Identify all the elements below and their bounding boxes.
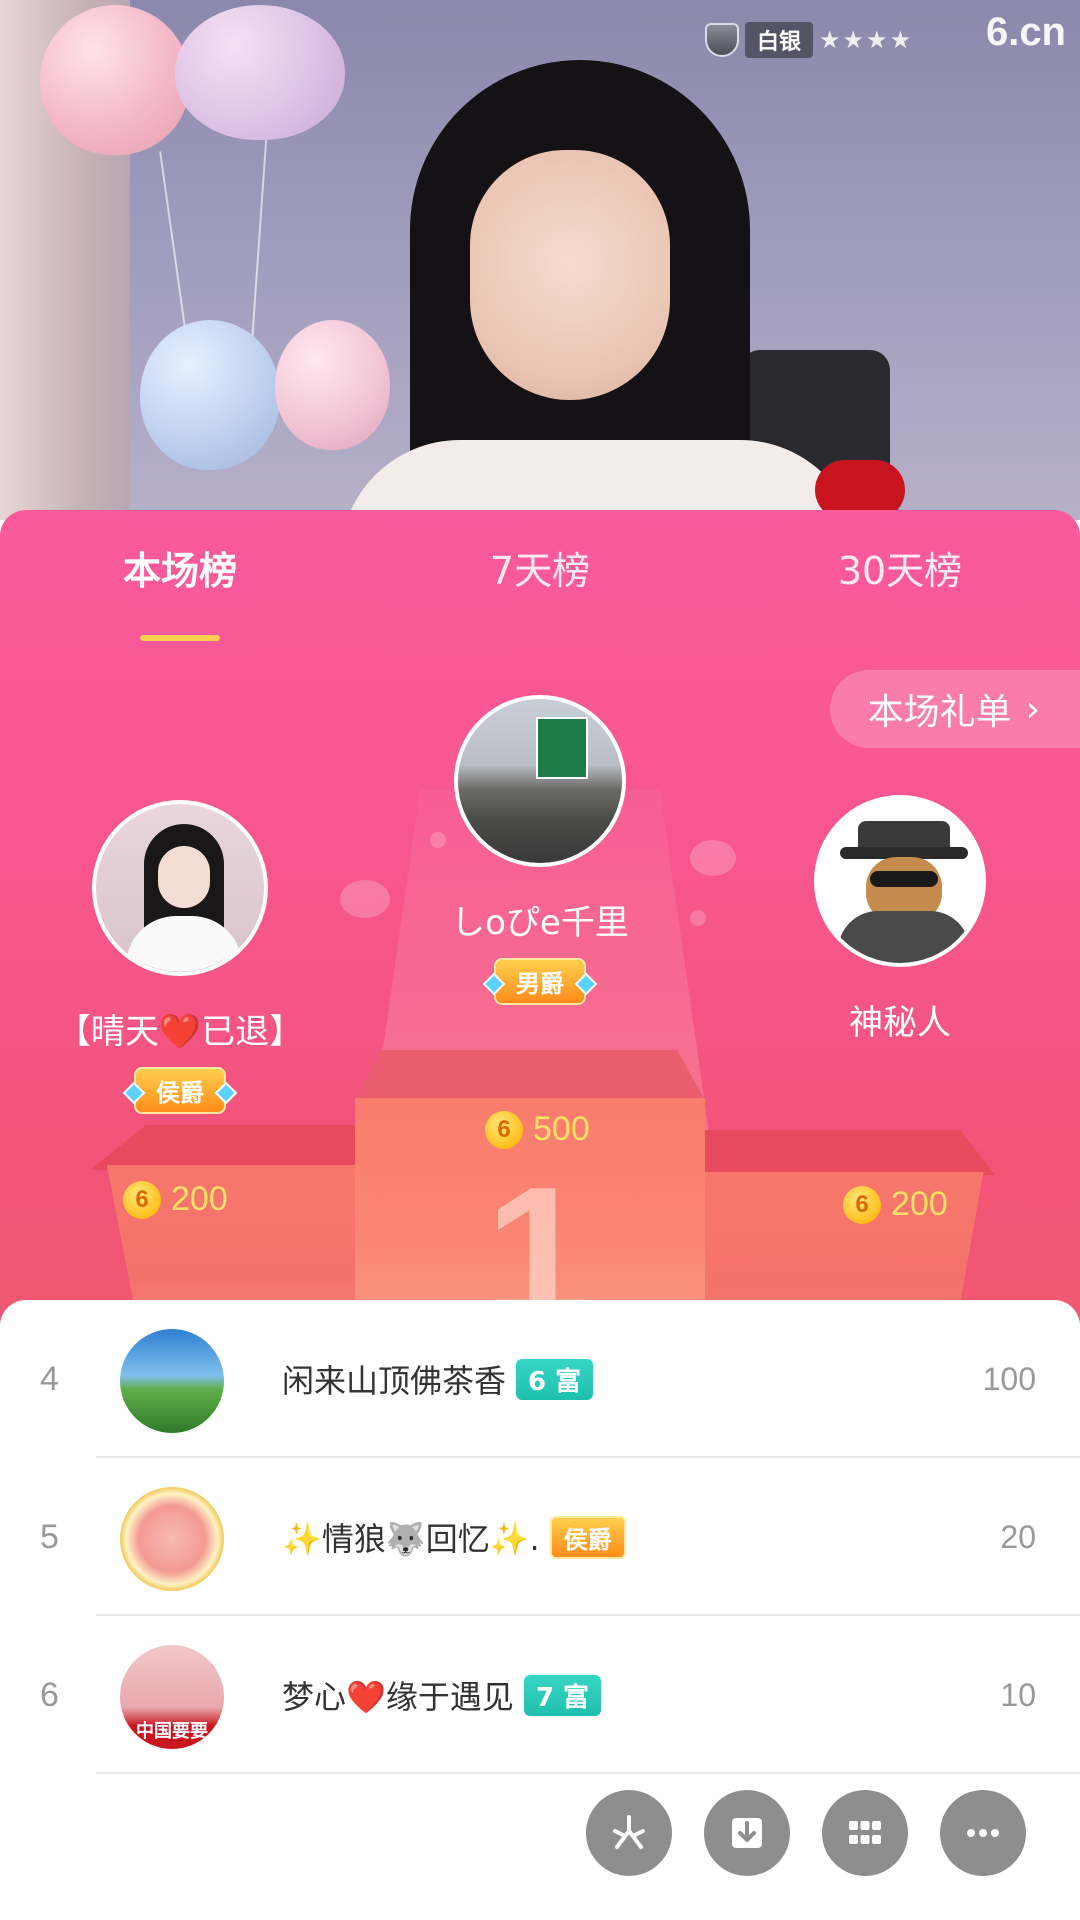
live-video[interactable]: 白银 ★★★★ 6.cn bbox=[0, 0, 1080, 520]
first-coins: 6 500 bbox=[485, 1110, 590, 1149]
first-coins-value: 500 bbox=[533, 1110, 590, 1148]
avatar: 中国要要 bbox=[120, 1645, 224, 1749]
rank-stars: ★★★★ bbox=[819, 26, 914, 54]
tab-bar: 本场榜 7天榜 30天榜 bbox=[0, 540, 1080, 641]
top-user-first[interactable]: しoぴe千里 男爵 bbox=[380, 695, 700, 1005]
download-button[interactable] bbox=[704, 1790, 790, 1876]
more-button[interactable] bbox=[940, 1790, 1026, 1876]
user-name: 【晴天❤️已退】 bbox=[56, 1012, 304, 1052]
tab-30-days[interactable]: 30天榜 bbox=[780, 540, 1020, 595]
rank-number: 5 bbox=[40, 1517, 59, 1556]
divider bbox=[96, 1772, 1080, 1774]
user-name: 闲来山顶佛茶香 bbox=[282, 1362, 507, 1400]
noble-badge: 侯爵 bbox=[549, 1515, 626, 1559]
contribution-amount: 20 bbox=[1000, 1518, 1036, 1555]
site-logo: 6.cn bbox=[985, 10, 1066, 54]
list-item[interactable]: 6 中国要要 梦心❤️缘于遇见 7 富 10 bbox=[0, 1616, 1080, 1774]
noble-badge: 男爵 bbox=[494, 958, 586, 1005]
second-coins: 6 200 bbox=[123, 1180, 228, 1219]
second-coins-value: 200 bbox=[171, 1180, 228, 1218]
balloon bbox=[140, 320, 280, 470]
tab-7-days[interactable]: 7天榜 bbox=[420, 540, 660, 595]
user-name: 梦心❤️缘于遇见 bbox=[282, 1678, 514, 1716]
share-button[interactable] bbox=[586, 1790, 672, 1876]
list-item[interactable]: 4 闲来山顶佛茶香 6 富 100 bbox=[0, 1300, 1080, 1458]
third-coins-value: 200 bbox=[891, 1185, 948, 1223]
avatar-caption: 中国要要 bbox=[136, 1721, 208, 1742]
contribution-amount: 10 bbox=[1000, 1676, 1036, 1713]
avatar bbox=[120, 1329, 224, 1433]
road-sign-image bbox=[536, 717, 588, 779]
wealth-level-badge: 7 富 bbox=[523, 1674, 602, 1716]
rank-number: 4 bbox=[40, 1359, 59, 1398]
gift-list-button[interactable]: 本场礼单 › bbox=[829, 670, 1080, 748]
noble-badge: 侯爵 bbox=[134, 1067, 226, 1114]
mystery-user-icon bbox=[814, 795, 986, 967]
apps-button[interactable] bbox=[822, 1790, 908, 1876]
ranking-list: 4 闲来山顶佛茶香 6 富 100 5 ✨情狼🐺回忆✨. 侯爵 20 6 中国要… bbox=[0, 1300, 1080, 1920]
wealth-level-badge: 6 富 bbox=[516, 1358, 594, 1400]
balloon bbox=[275, 320, 390, 450]
tab-this-show[interactable]: 本场榜 bbox=[60, 540, 300, 595]
avatar bbox=[454, 695, 626, 867]
streamer-rank-badge[interactable]: 白银 ★★★★ bbox=[705, 22, 913, 58]
chevron-right-icon: › bbox=[1025, 688, 1040, 730]
share-icon bbox=[613, 1815, 645, 1849]
balloon bbox=[40, 5, 190, 155]
rank-number: 6 bbox=[40, 1675, 59, 1714]
top-user-third[interactable]: 神秘人 bbox=[740, 795, 1060, 1044]
avatar bbox=[92, 800, 268, 976]
contribution-amount: 100 bbox=[982, 1360, 1036, 1397]
download-icon bbox=[732, 1818, 762, 1848]
user-name: しoぴe千里 bbox=[451, 903, 629, 943]
user-name: ✨情狼🐺回忆✨. bbox=[282, 1520, 540, 1558]
avatar bbox=[120, 1487, 224, 1591]
list-item[interactable]: 5 ✨情狼🐺回忆✨. 侯爵 20 bbox=[0, 1458, 1080, 1616]
gift-list-label: 本场礼单 bbox=[867, 692, 1012, 733]
streamer-body bbox=[340, 440, 860, 520]
balloon bbox=[175, 5, 345, 140]
streamer-face bbox=[470, 150, 670, 400]
rank-tier: 白银 bbox=[745, 22, 814, 58]
third-coins: 6 200 bbox=[843, 1185, 948, 1224]
top-user-second[interactable]: 【晴天❤️已退】 侯爵 bbox=[20, 800, 340, 1114]
coin-icon: 6 bbox=[123, 1180, 161, 1219]
more-icon bbox=[967, 1829, 999, 1837]
user-name: 神秘人 bbox=[849, 1003, 951, 1043]
coin-icon: 6 bbox=[485, 1110, 523, 1149]
shield-icon bbox=[705, 23, 739, 57]
coin-icon: 6 bbox=[843, 1185, 881, 1224]
apps-grid-icon bbox=[849, 1821, 881, 1844]
active-tab-indicator bbox=[140, 635, 220, 641]
leaderboard-panel: 本场榜 7天榜 30天榜 本场礼单 › 2 3 1 6 500 6 200 6 … bbox=[0, 510, 1080, 1370]
